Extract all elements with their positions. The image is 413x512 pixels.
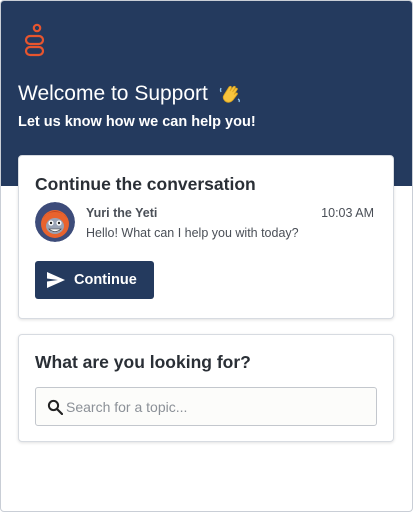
search-input[interactable]: [66, 391, 366, 422]
page-title: Welcome to Support: [18, 82, 208, 105]
continue-conversation-card: Continue the conversation Yuri the Yeti …: [18, 155, 394, 319]
conversation-card-heading: Continue the conversation: [35, 174, 256, 194]
search-field[interactable]: [35, 387, 377, 426]
message-sender: Yuri the Yeti: [86, 206, 158, 220]
search-card-heading: What are you looking for?: [35, 352, 251, 372]
support-widget: Welcome to Support Let us know how we ca…: [0, 0, 413, 512]
message-time: 10:03 AM: [321, 206, 374, 220]
continue-button[interactable]: Continue: [35, 261, 154, 299]
page-subtitle: Let us know how we can help you!: [18, 114, 256, 130]
search-icon: [47, 399, 63, 415]
brand-logo-icon: [24, 23, 45, 57]
title-row: Welcome to Support: [18, 82, 242, 106]
yeti-avatar-icon: [35, 202, 75, 242]
waving-hand-icon: [219, 85, 240, 103]
continue-button-label: Continue: [74, 272, 137, 288]
message-preview: Hello! What can I help you with today?: [86, 226, 299, 240]
send-icon: [47, 272, 65, 288]
search-card: What are you looking for?: [18, 334, 394, 442]
